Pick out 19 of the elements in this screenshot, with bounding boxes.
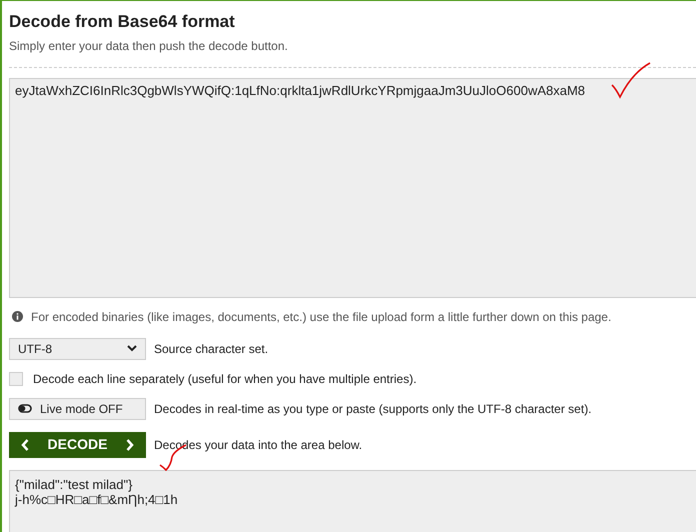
page-subtitle: Simply enter your data then push the decode button. — [9, 38, 289, 54]
check-mark-drawing — [610, 61, 652, 101]
page-title: Decode from Base64 format — [9, 11, 236, 33]
decode-button[interactable]: DECODE — [9, 432, 146, 458]
output-field[interactable]: {"milad":"test milad"} j-h%c□HR□a□f□&mȠh;4□1h — [9, 470, 696, 532]
live-mode-description: Decodes in real-time as you type or paste (supports only the UTF-8 character set). — [154, 400, 592, 418]
chevron-down-icon — [127, 345, 137, 352]
chevron-left-icon — [21, 438, 29, 450]
charset-label: Source character set. — [154, 340, 268, 358]
input-field[interactable]: eyJtaWxhZCI6InRlc3QgbWlsYWQifQ:1qLfNo:qrklta1jwRdlUrkcYRpmjgaaJm3UuJloO600wA8xaM8 — [9, 78, 696, 298]
checkbox-label: Decode each line separately (useful for when you have multiple entries). — [33, 370, 417, 388]
live-mode-button[interactable]: Live mode OFF — [9, 398, 146, 420]
decode-description: Decodes your data into the area below. — [154, 436, 362, 454]
toggle-icon — [18, 404, 32, 413]
info-text: For encoded binaries (like images, documents, etc.) use the file upload form a little further down on this page. — [31, 308, 612, 326]
chevron-right-icon — [126, 438, 134, 450]
charset-select[interactable]: UTF-8 — [9, 338, 146, 360]
info-icon — [12, 311, 23, 322]
checkbox[interactable] — [9, 372, 23, 386]
